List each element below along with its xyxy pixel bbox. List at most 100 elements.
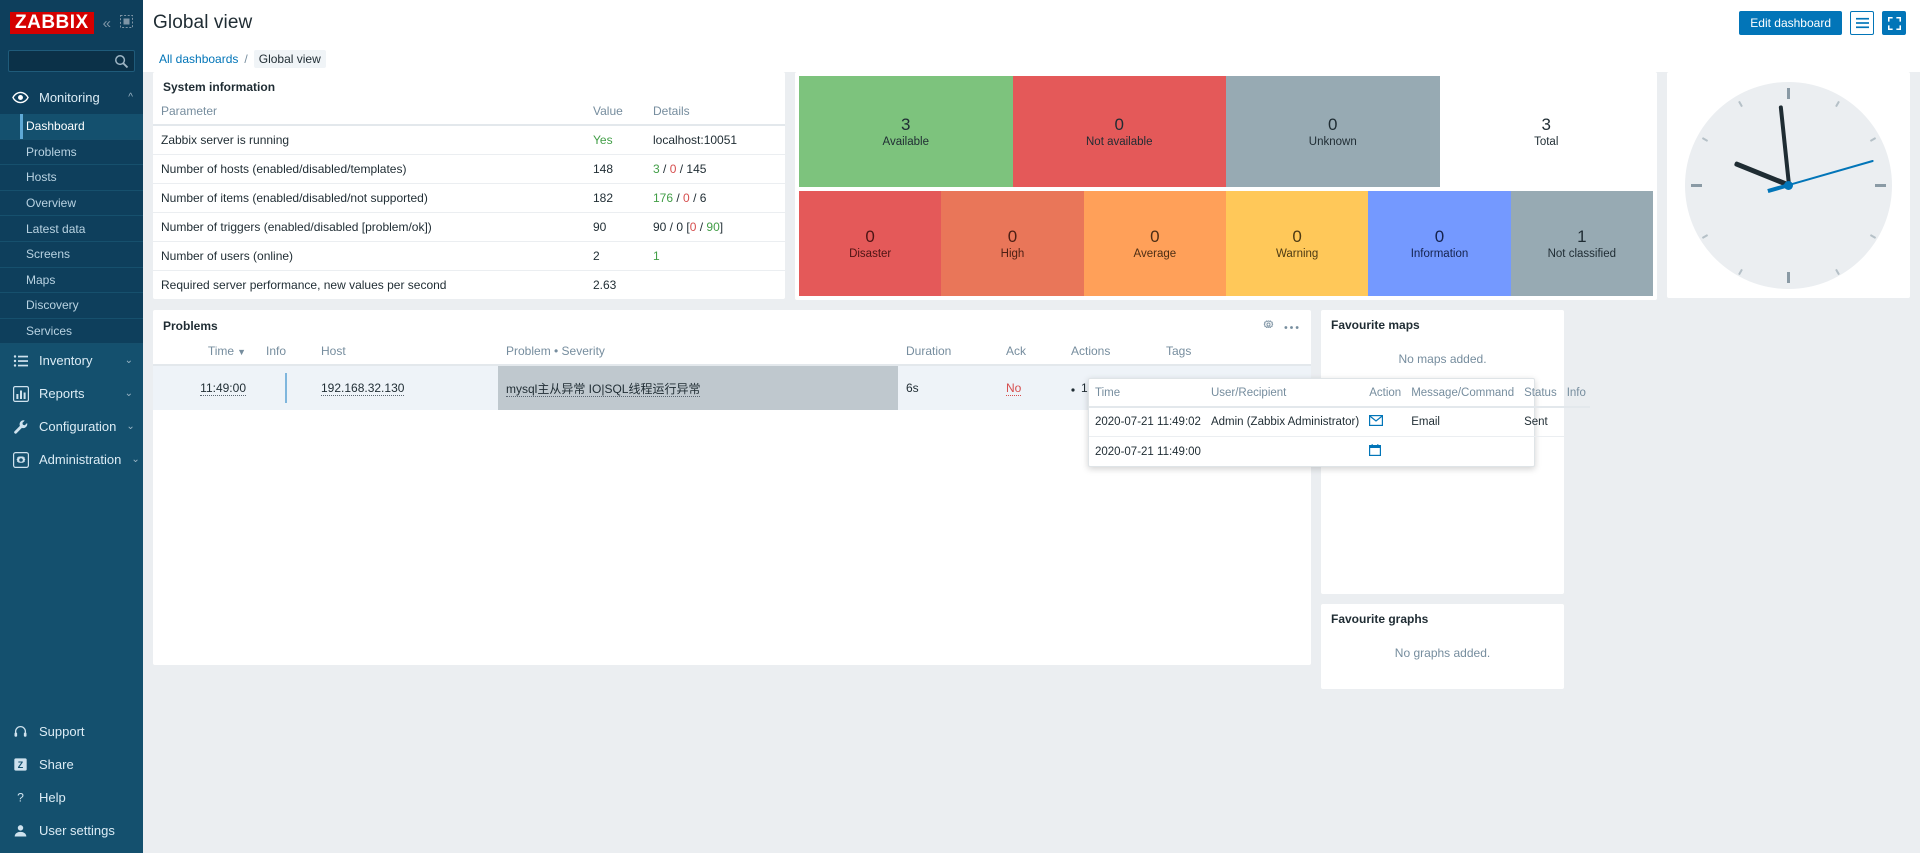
- sidebar-group-reports[interactable]: Reports ⌄: [0, 377, 143, 411]
- cell-ack[interactable]: No: [998, 365, 1063, 410]
- column-header-host[interactable]: Host: [313, 338, 498, 366]
- search-box[interactable]: [8, 50, 135, 72]
- severity-tile[interactable]: 0 Information: [1368, 191, 1511, 296]
- sidebar-item-label: Hosts: [26, 170, 57, 185]
- chevron-down-icon: ⌄: [131, 454, 140, 466]
- cell-user-recipient: Admin (Zabbix Administrator): [1204, 407, 1364, 437]
- clock-tick: [1701, 233, 1708, 239]
- top-bar: Global view Edit dashboard: [143, 0, 1920, 46]
- cell-parameter: Required server performance, new values …: [161, 278, 447, 292]
- sidebar-item-share[interactable]: Z Share: [0, 748, 143, 781]
- sidebar-item-dashboard[interactable]: Dashboard: [0, 114, 143, 140]
- edit-dashboard-button[interactable]: Edit dashboard: [1739, 11, 1842, 35]
- chevron-down-icon: ⌄: [124, 355, 133, 367]
- severity-tile[interactable]: 0 Average: [1083, 191, 1226, 296]
- search-icon[interactable]: [114, 54, 129, 69]
- table-row: Number of triggers (enabled/disabled [pr…: [153, 212, 785, 242]
- sidebar-item-hosts[interactable]: Hosts: [0, 165, 143, 191]
- share-z-icon: Z: [12, 756, 29, 773]
- table-row: Number of hosts (enabled/disabled/templa…: [153, 154, 785, 184]
- sidebar-item-services[interactable]: Services: [0, 319, 143, 345]
- cell-host[interactable]: 192.168.32.130: [313, 365, 498, 410]
- breadcrumb-global-view[interactable]: Global view: [253, 50, 326, 68]
- column-header-time[interactable]: Time ▼: [153, 338, 258, 366]
- clock-tick: [1834, 100, 1840, 107]
- sidebar-item-support[interactable]: Support: [0, 715, 143, 748]
- host-link[interactable]: 192.168.32.130: [321, 381, 405, 396]
- fullscreen-icon[interactable]: [1882, 11, 1906, 35]
- cell-details: 176 / 0 / 6: [645, 183, 785, 213]
- dashboard-row-1: System information Parameter Value Detai…: [153, 72, 1910, 300]
- problem-time-link[interactable]: 11:49:00: [200, 381, 246, 396]
- problems-by-severity-tiles: 0 Disaster 0 High 0 Average 0 Warning 0 Informati…: [799, 191, 1653, 296]
- host-availability-tile[interactable]: 3 Total: [1439, 76, 1653, 187]
- cell-time[interactable]: 11:49:00: [153, 365, 258, 410]
- clock-tick: [1875, 183, 1886, 187]
- breadcrumb: All dashboards / Global view: [143, 46, 1920, 72]
- ellipsis-icon[interactable]: [1284, 319, 1299, 333]
- clock-tick: [1737, 268, 1743, 275]
- sidebar-item-problems[interactable]: Problems: [0, 140, 143, 166]
- tile-label: Warning: [1275, 248, 1319, 261]
- cell-details: 1: [645, 241, 785, 271]
- sort-indicator: ▼: [237, 347, 246, 357]
- tile-count: 0: [1328, 114, 1338, 134]
- severity-tile[interactable]: 0 Warning: [1225, 191, 1369, 296]
- sidebar-item-help[interactable]: ? Help: [0, 781, 143, 814]
- sidebar-item-maps[interactable]: Maps: [0, 268, 143, 294]
- column-header-info[interactable]: Info: [258, 338, 313, 366]
- column-header-actions[interactable]: Actions: [1063, 338, 1158, 366]
- sidebar-group-monitoring[interactable]: Monitoring ^: [0, 81, 143, 114]
- zabbix-logo[interactable]: ZABBIX: [10, 11, 94, 35]
- cell-problem[interactable]: mysql主从异常 IO|SQL线程运行异常: [498, 365, 898, 410]
- gear-icon[interactable]: [1262, 318, 1275, 334]
- column-header-problem-severity[interactable]: Problem • Severity: [498, 338, 898, 366]
- sidebar-item-screens[interactable]: Screens: [0, 242, 143, 268]
- breadcrumb-all-dashboards[interactable]: All dashboards: [159, 52, 238, 66]
- cell-message-command: Email: [1405, 407, 1519, 437]
- host-availability-tile[interactable]: 0 Not available: [1012, 76, 1226, 187]
- tile-label: Information: [1410, 248, 1469, 261]
- sidebar-item-label: Discovery: [26, 298, 79, 313]
- sidebar-item-label: Dashboard: [26, 119, 85, 134]
- tile-count: 0: [1434, 226, 1445, 246]
- sidebar-group-inventory[interactable]: Inventory ⌄: [0, 344, 143, 378]
- sidebar-item-overview[interactable]: Overview: [0, 191, 143, 217]
- sidebar-bottom-label-user-settings: User settings: [39, 823, 115, 838]
- collapse-view-icon[interactable]: [120, 15, 133, 31]
- sidebar-item-label: Screens: [26, 247, 71, 262]
- chevron-double-left-icon[interactable]: «: [103, 16, 111, 31]
- cell-parameter: Number of hosts (enabled/disabled/templa…: [153, 154, 585, 184]
- table-row: Number of items (enabled/disabled/not su…: [153, 183, 785, 213]
- ack-link[interactable]: No: [1006, 381, 1022, 396]
- column-header-ack[interactable]: Ack: [998, 338, 1063, 366]
- severity-tile[interactable]: 1 Not classified: [1510, 191, 1653, 296]
- sidebar-item-latest-data[interactable]: Latest data: [0, 216, 143, 242]
- problems-title: Problems: [163, 319, 218, 333]
- tile-count: 3: [901, 114, 911, 134]
- clock-tick: [1787, 271, 1790, 283]
- table-header-row: Parameter Value Details: [153, 98, 785, 126]
- column-header-value[interactable]: Value: [585, 98, 645, 126]
- host-availability-tiles: 3 Available 0 Not available 0 Unknown 3 Total: [799, 76, 1653, 187]
- host-availability-tile[interactable]: 3 Available: [799, 76, 1013, 187]
- column-header-duration[interactable]: Duration: [898, 338, 998, 366]
- column-header-tags[interactable]: Tags: [1158, 338, 1311, 366]
- question-icon: ?: [12, 789, 29, 806]
- gear-icon: [12, 451, 29, 468]
- main-area: Global view Edit dashboard All dashboard…: [143, 0, 1920, 853]
- tile-count: 0: [1150, 226, 1160, 246]
- column-header-action: Action: [1363, 379, 1406, 408]
- severity-tile[interactable]: 0 Disaster: [799, 191, 942, 296]
- sidebar-item-discovery[interactable]: Discovery: [0, 293, 143, 319]
- column-header-details[interactable]: Details: [645, 98, 785, 126]
- column-header-parameter[interactable]: Parameter: [153, 98, 585, 126]
- hamburger-menu-icon[interactable]: [1850, 11, 1874, 35]
- problem-link[interactable]: mysql主从异常 IO|SQL线程运行异常: [506, 381, 701, 397]
- system-information-body: Zabbix server is running Yes localhost:100…: [153, 125, 785, 299]
- sidebar-item-user-settings[interactable]: User settings: [0, 814, 143, 847]
- sidebar-group-administration[interactable]: Administration ⌄: [0, 443, 143, 477]
- sidebar-group-configuration[interactable]: Configuration ⌄: [0, 410, 143, 444]
- severity-tile[interactable]: 0 High: [941, 191, 1084, 296]
- host-availability-tile[interactable]: 0 Unknown: [1226, 76, 1440, 187]
